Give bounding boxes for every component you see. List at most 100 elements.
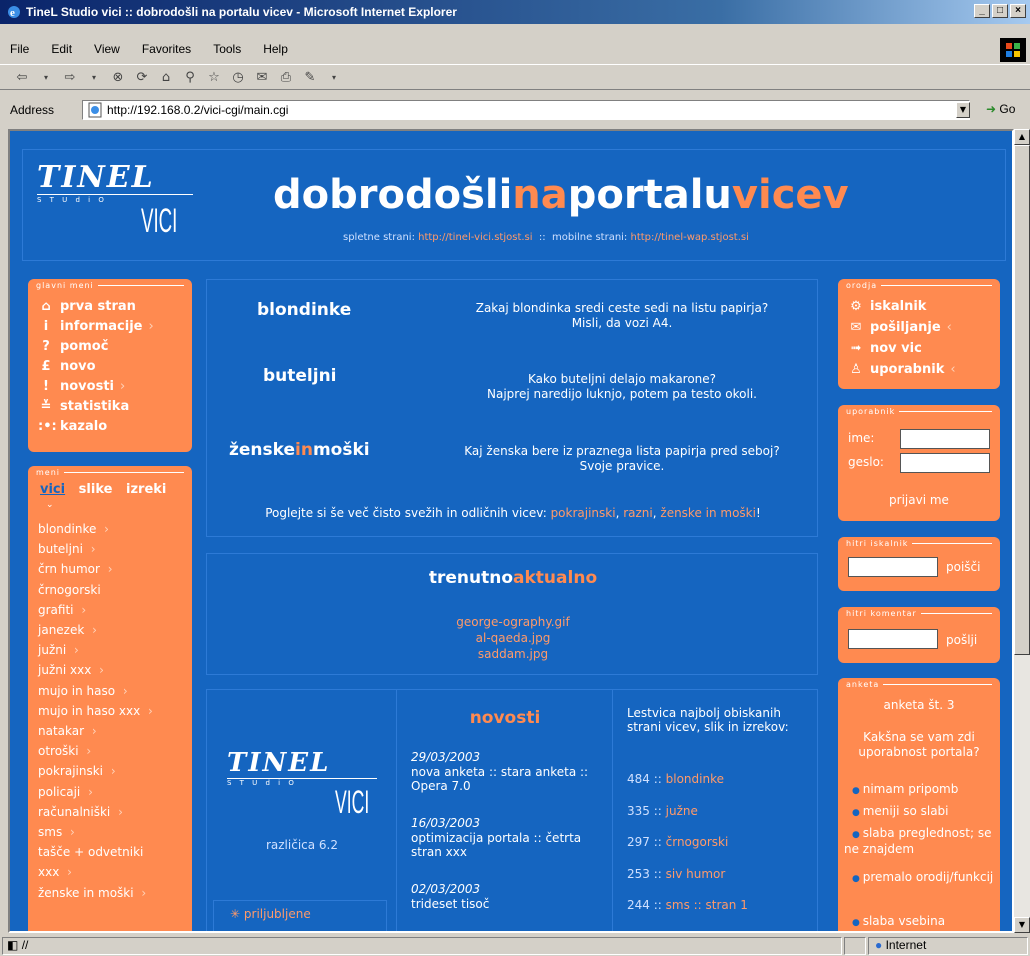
tools-item[interactable]: ⚙ iskalnik (848, 299, 926, 314)
menu-view[interactable]: View (94, 42, 120, 56)
toplist-item[interactable]: 253 :: siv humor (627, 867, 725, 881)
more-link[interactable]: ženske in moški (660, 506, 756, 520)
username-input[interactable] (900, 429, 990, 449)
more-link[interactable]: razni (623, 506, 653, 520)
quick-search-input[interactable] (848, 557, 938, 577)
poll-option[interactable]: ● slaba vsebina (844, 914, 994, 930)
menu-favorites[interactable]: Favorites (142, 42, 191, 56)
menu-edit[interactable]: Edit (51, 42, 72, 56)
current-link[interactable]: george-ography.gif (207, 614, 819, 630)
tools-item[interactable]: ♙ uporabnik ‹ (848, 362, 955, 377)
quick-comment-input[interactable] (848, 629, 938, 649)
main-menu-item[interactable]: :•: kazalo (38, 419, 107, 434)
category-item[interactable]: mujo in haso xxx › (38, 704, 153, 718)
scroll-down-icon[interactable]: ▼ (1014, 917, 1030, 933)
category-item[interactable]: natakar › (38, 724, 97, 738)
main-menu-item[interactable]: i informacije › (38, 319, 154, 334)
toplist-link[interactable]: črnogorski (666, 835, 729, 849)
main-menu-item[interactable]: ! novosti › (38, 379, 125, 394)
category-item[interactable]: ženske in moški › (38, 886, 146, 900)
tools-item[interactable]: ✉ pošiljanje ‹ (848, 320, 952, 335)
toplist-item[interactable]: 335 :: južne (627, 804, 698, 818)
web-link[interactable]: http://tinel-vici.stjost.si (418, 232, 532, 243)
maximize-button[interactable]: □ (992, 4, 1008, 18)
scroll-up-icon[interactable]: ▲ (1014, 129, 1030, 145)
category-item[interactable]: otroški › (38, 744, 91, 758)
password-input[interactable] (900, 453, 990, 473)
category-item[interactable]: grafiti › (38, 603, 86, 617)
category-item[interactable]: tašče + odvetniki (38, 845, 143, 859)
joke-title[interactable]: buteljni (263, 366, 337, 386)
menu-help[interactable]: Help (263, 42, 288, 56)
address-input[interactable]: http://192.168.0.2/vici-cgi/main.cgi (82, 100, 970, 120)
more-link[interactable]: pokrajinski (551, 506, 616, 520)
close-button[interactable]: × (1010, 4, 1026, 18)
poll-radio-icon[interactable]: ● (852, 918, 863, 928)
tools-item[interactable]: ➟ nov vic (848, 341, 922, 356)
main-menu-item[interactable]: ⌂ prva stran (38, 299, 136, 314)
poll-option[interactable]: ● premalo orodij/funkcij (844, 870, 994, 886)
poll-option[interactable]: ● slaba preglednost; se ne znajdem (844, 826, 994, 856)
category-item[interactable]: blondinke › (38, 522, 109, 536)
toplist-link[interactable]: sms :: stran 1 (666, 898, 748, 912)
poll-option[interactable]: ● nimam pripomb (844, 782, 994, 798)
home-icon[interactable]: ⌂ (158, 69, 174, 85)
category-item[interactable]: južni › (38, 643, 79, 657)
category-item[interactable]: policaji › (38, 785, 93, 799)
toplist-item[interactable]: 297 :: črnogorski (627, 835, 728, 849)
toplist-item[interactable]: 232 :: blondinke :: stran 1 (627, 930, 782, 932)
scroll-thumb[interactable] (1014, 145, 1030, 655)
category-item[interactable]: pokrajinski › (38, 764, 116, 778)
main-menu-item[interactable]: ? pomoč (38, 339, 108, 354)
favorites-icon[interactable]: ☆ (206, 69, 222, 85)
history-icon[interactable]: ◷ (230, 69, 246, 85)
login-button[interactable]: prijavi me (838, 493, 1000, 507)
mail-icon[interactable]: ✉ (254, 69, 270, 85)
favorites-link[interactable]: ✳ priljubljene (230, 907, 311, 921)
stop-icon[interactable]: ⊗ (110, 69, 126, 85)
poll-option[interactable]: ● meniji so slabi (844, 804, 994, 820)
toplist-link[interactable]: blondinke :: stran 1 (666, 930, 782, 932)
main-menu-item[interactable]: £ novo (38, 359, 95, 374)
category-item[interactable]: mujo in haso › (38, 684, 128, 698)
quick-search-button[interactable]: poišči (946, 560, 980, 574)
toplist-link[interactable]: blondinke (666, 772, 724, 786)
refresh-icon[interactable]: ⟳ (134, 69, 150, 85)
tab-vici[interactable]: vici (40, 482, 65, 497)
category-item[interactable]: buteljni › (38, 542, 96, 556)
vertical-scrollbar[interactable]: ▲ ▼ (1014, 129, 1030, 933)
go-button[interactable]: ➜ Go (986, 102, 1015, 116)
category-item[interactable]: sms › (38, 825, 75, 839)
tab-izreki[interactable]: izreki (126, 482, 166, 497)
current-link[interactable]: saddam.jpg (207, 646, 819, 662)
category-item[interactable]: črn humor › (38, 562, 113, 576)
toplist-item[interactable]: 484 :: blondinke (627, 772, 724, 786)
main-menu-item[interactable]: ≚ statistika (38, 399, 130, 414)
category-item[interactable]: računalniški › (38, 805, 123, 819)
poll-radio-icon[interactable]: ● (852, 786, 863, 796)
menu-tools[interactable]: Tools (213, 42, 241, 56)
dropdown-icon[interactable]: ▾ (86, 69, 102, 85)
joke-title[interactable]: ženskeinmoški (229, 440, 370, 460)
category-item[interactable]: xxx › (38, 865, 72, 879)
edit-icon[interactable]: ✎ (302, 69, 318, 85)
back-icon[interactable]: ⇦ (14, 69, 30, 85)
toplist-item[interactable]: 244 :: sms :: stran 1 (627, 898, 748, 912)
menu-file[interactable]: File (10, 42, 29, 56)
search-icon[interactable]: ⚲ (182, 69, 198, 85)
dropdown-icon[interactable]: ▾ (38, 69, 54, 85)
category-item[interactable]: južni xxx › (38, 663, 104, 677)
current-link[interactable]: al-qaeda.jpg (207, 630, 819, 646)
tab-slike[interactable]: slike (79, 482, 113, 497)
poll-radio-icon[interactable]: ● (852, 874, 863, 884)
joke-title[interactable]: blondinke (257, 300, 351, 320)
quick-comment-button[interactable]: pošlji (946, 633, 977, 647)
poll-radio-icon[interactable]: ● (852, 830, 863, 840)
toplist-link[interactable]: južne (666, 804, 698, 818)
category-item[interactable]: janezek › (38, 623, 97, 637)
address-dropdown-icon[interactable]: ▼ (956, 102, 970, 118)
poll-radio-icon[interactable]: ● (852, 808, 863, 818)
forward-icon[interactable]: ⇨ (62, 69, 78, 85)
minimize-button[interactable]: _ (974, 4, 990, 18)
dropdown-icon[interactable]: ▾ (326, 69, 342, 85)
